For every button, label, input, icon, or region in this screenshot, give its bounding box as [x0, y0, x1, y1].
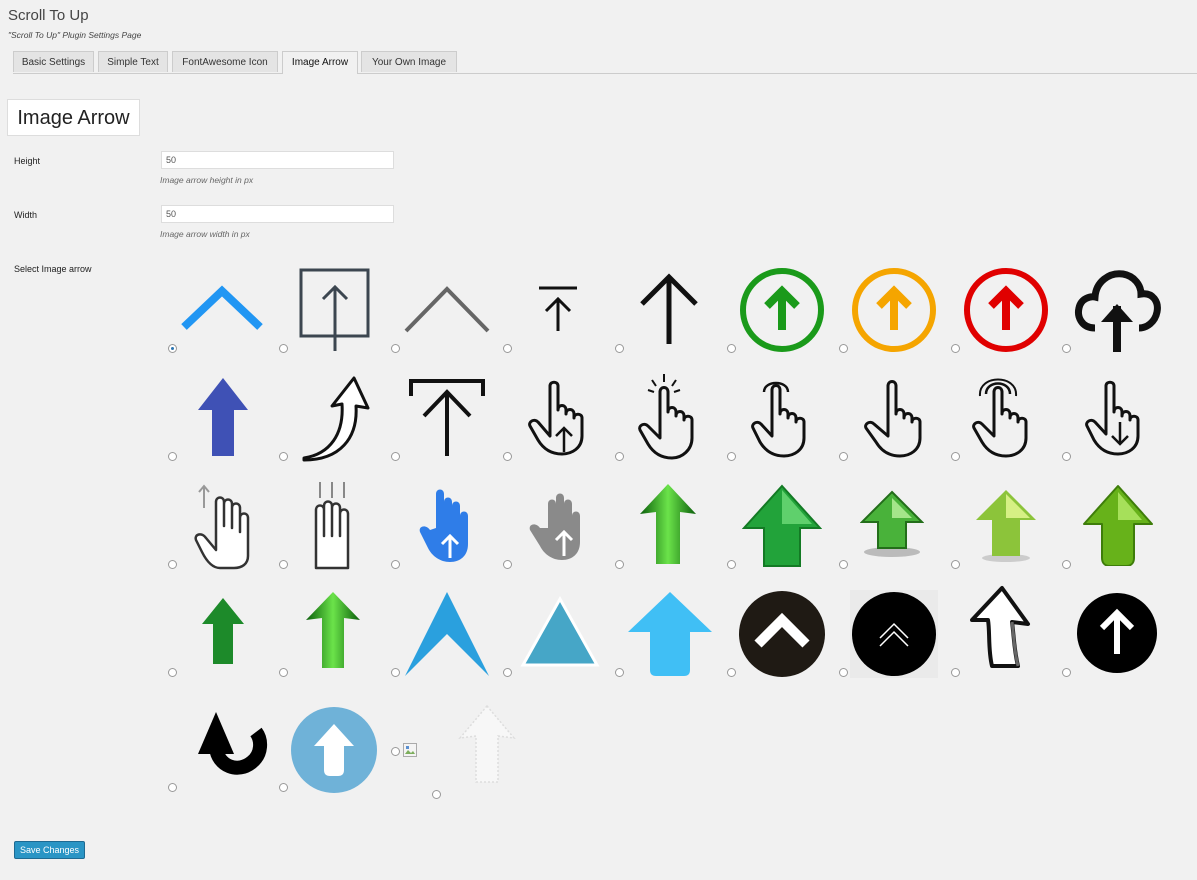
arrow-radio-10[interactable]: [168, 452, 177, 461]
arrow-to-top-icon[interactable]: [537, 285, 579, 333]
arrow-radio-39[interactable]: [391, 747, 400, 756]
chevron-sharp-blue-icon[interactable]: [403, 590, 491, 678]
height-input[interactable]: 50: [161, 151, 394, 169]
arrow-radio-14[interactable]: [615, 452, 624, 461]
arrow-radio-2[interactable]: [279, 344, 288, 353]
hand-two-finger-swipe-icon[interactable]: [310, 480, 354, 570]
arrow-radio-6[interactable]: [727, 344, 736, 353]
arrow-green-glossy-icon[interactable]: [638, 482, 698, 566]
arrow-radio-24[interactable]: [727, 560, 736, 569]
arrow-radio-8[interactable]: [951, 344, 960, 353]
arrow-radio-20[interactable]: [279, 560, 288, 569]
arrow-radio-28[interactable]: [168, 668, 177, 677]
arrow-radio-32[interactable]: [615, 668, 624, 677]
arrow-radio-35[interactable]: [951, 668, 960, 677]
broken-image-icon[interactable]: [403, 743, 417, 757]
section-title: Image Arrow: [7, 99, 140, 136]
chevron-up-gray-icon[interactable]: [403, 285, 491, 335]
tab-bar: Basic Settings Simple Text FontAwesome I…: [13, 51, 1197, 74]
arrow-radio-30[interactable]: [391, 668, 400, 677]
tab-fontawesome-icon[interactable]: FontAwesome Icon: [172, 51, 278, 72]
tab-image-arrow[interactable]: Image Arrow: [282, 51, 358, 74]
triangle-teal-icon[interactable]: [520, 596, 600, 668]
width-input[interactable]: 50: [161, 205, 394, 223]
arrow-radio-34[interactable]: [839, 668, 848, 677]
app-subtitle: "Scroll To Up" Plugin Settings Page: [8, 30, 142, 40]
arrow-radio-31[interactable]: [503, 668, 512, 677]
arrow-radio-25[interactable]: [839, 560, 848, 569]
arrow-radio-27[interactable]: [1062, 560, 1071, 569]
arrow-radio-3[interactable]: [391, 344, 400, 353]
arrow-radio-13[interactable]: [503, 452, 512, 461]
hand-swipe-up-icon[interactable]: [194, 482, 254, 570]
hand-up-arrow-icon[interactable]: [526, 380, 594, 456]
arrow-radio-38[interactable]: [279, 783, 288, 792]
select-arrow-label: Select Image arrow: [14, 264, 92, 274]
arrow-radio-18[interactable]: [1062, 452, 1071, 461]
arrow-radio-19[interactable]: [168, 560, 177, 569]
tab-simple-text[interactable]: Simple Text: [98, 51, 168, 72]
arrow-radio-23[interactable]: [615, 560, 624, 569]
circle-arrow-green-icon[interactable]: [738, 266, 826, 354]
arrow-up-thin-icon[interactable]: [638, 272, 700, 346]
arrow-green-3d-icon[interactable]: [742, 484, 822, 568]
arrow-sky-blue-icon[interactable]: [626, 590, 714, 678]
arrow-radio-11[interactable]: [279, 452, 288, 461]
tab-basic-settings[interactable]: Basic Settings: [13, 51, 94, 72]
arrow-radio-26[interactable]: [951, 560, 960, 569]
arrow-lime-rounded-icon[interactable]: [1082, 484, 1154, 566]
arrow-radio-22[interactable]: [503, 560, 512, 569]
upload-box-icon[interactable]: [298, 267, 372, 353]
arrow-radio-9[interactable]: [1062, 344, 1071, 353]
arrow-radio-5[interactable]: [615, 344, 624, 353]
arrow-green-shadow-icon[interactable]: [860, 490, 924, 558]
arrow-green-glossy-2-icon[interactable]: [304, 590, 362, 670]
height-hint: Image arrow height in px: [160, 175, 254, 185]
circle-double-chevron-icon[interactable]: [850, 590, 938, 678]
hand-blue-icon[interactable]: [418, 488, 480, 564]
hand-pointer-2-icon[interactable]: [862, 380, 928, 458]
arrow-radio-21[interactable]: [391, 560, 400, 569]
hand-tap-icon[interactable]: [636, 374, 706, 460]
arrow-radio-29[interactable]: [279, 668, 288, 677]
circle-arrow-red-icon[interactable]: [962, 266, 1050, 354]
arrow-up-blue-icon[interactable]: [196, 376, 250, 458]
arrow-radio-40[interactable]: [432, 790, 441, 799]
circle-arrow-orange-icon[interactable]: [850, 266, 938, 354]
arrow-radio-7[interactable]: [839, 344, 848, 353]
arrow-radio-15[interactable]: [727, 452, 736, 461]
width-label: Width: [14, 210, 38, 220]
app-title: Scroll To Up: [8, 7, 89, 24]
arrow-white-grunge-icon[interactable]: [458, 704, 516, 784]
circle-chevron-dark-icon[interactable]: [738, 590, 826, 678]
arrow-radio-4[interactable]: [503, 344, 512, 353]
cloud-upload-icon[interactable]: [1073, 266, 1161, 354]
undo-arrow-black-icon[interactable]: [178, 708, 270, 788]
arrow-radio-37[interactable]: [168, 783, 177, 792]
arrow-lime-icon[interactable]: [974, 488, 1038, 562]
chevron-up-blue-icon[interactable]: [180, 283, 264, 333]
arrow-radio-33[interactable]: [727, 668, 736, 677]
save-button[interactable]: Save Changes: [14, 841, 85, 859]
arrow-radio-36[interactable]: [1062, 668, 1071, 677]
circle-arrow-black-icon[interactable]: [1076, 592, 1158, 674]
hand-double-tap-icon[interactable]: [970, 378, 1040, 458]
arrow-radio-12[interactable]: [391, 452, 400, 461]
circle-arrow-light-blue-icon[interactable]: [290, 706, 378, 794]
width-hint: Image arrow width in px: [160, 229, 250, 239]
hand-pointer-icon[interactable]: [750, 378, 816, 458]
arrow-to-top-bar-icon[interactable]: [408, 378, 486, 458]
arrow-green-small-icon[interactable]: [200, 596, 246, 666]
height-label: Height: [14, 156, 41, 166]
arrow-radio-1[interactable]: [168, 344, 177, 353]
curved-arrow-outline-icon[interactable]: [962, 584, 1042, 672]
hand-gray-icon[interactable]: [528, 490, 590, 562]
hand-down-arrow-icon[interactable]: [1084, 380, 1152, 456]
arrow-radio-16[interactable]: [839, 452, 848, 461]
arrow-radio-17[interactable]: [951, 452, 960, 461]
curved-arrow-icon[interactable]: [300, 374, 372, 462]
tab-your-own-image[interactable]: Your Own Image: [361, 51, 457, 72]
